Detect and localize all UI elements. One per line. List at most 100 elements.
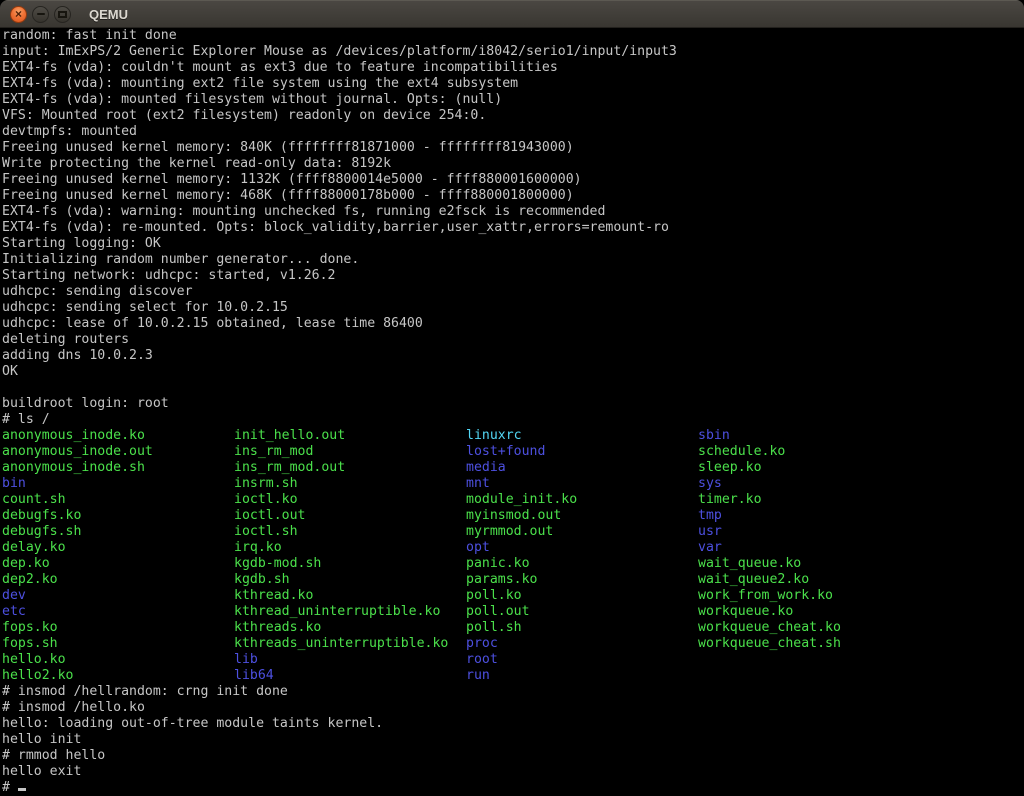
ls-entry: count.sh — [2, 492, 234, 508]
console-line: random: fast init done — [2, 28, 1024, 44]
ls-entry: tmp — [698, 508, 930, 524]
console-line: Starting network: udhcpc: started, v1.26… — [2, 268, 1024, 284]
ls-entry: poll.ko — [466, 588, 698, 604]
ls-entry: irq.ko — [234, 540, 466, 556]
ls-entry: poll.sh — [466, 620, 698, 636]
ls-entry: poll.out — [466, 604, 698, 620]
ls-entry: wait_queue2.ko — [698, 572, 930, 588]
cursor — [18, 788, 26, 791]
console-line — [2, 380, 1024, 396]
ls-entry: lib64 — [234, 668, 466, 684]
ls-entry: usr — [698, 524, 930, 540]
ls-entry: debugfs.ko — [2, 508, 234, 524]
ls-entry: dep.ko — [2, 556, 234, 572]
ls-entry: anonymous_inode.sh — [2, 460, 234, 476]
ls-entry: timer.ko — [698, 492, 930, 508]
console-line: devtmpfs: mounted — [2, 124, 1024, 140]
ls-entry: insrm.sh — [234, 476, 466, 492]
close-button[interactable]: × — [10, 6, 27, 23]
console-line: udhcpc: sending discover — [2, 284, 1024, 300]
ls-entry: workqueue_cheat.sh — [698, 636, 930, 652]
console-line: udhcpc: sending select for 10.0.2.15 — [2, 300, 1024, 316]
maximize-icon — [58, 11, 67, 18]
console-line: # rmmod hello — [2, 748, 1024, 764]
console-line: buildroot login: root — [2, 396, 1024, 412]
ls-entry: dep2.ko — [2, 572, 234, 588]
titlebar[interactable]: × QEMU — [0, 0, 1024, 28]
ls-entry: media — [466, 460, 698, 476]
ls-entry: mnt — [466, 476, 698, 492]
console-line: Write protecting the kernel read-only da… — [2, 156, 1024, 172]
console-line: EXT4-fs (vda): couldn't mount as ext3 du… — [2, 60, 1024, 76]
ls-entry: kgdb-mod.sh — [234, 556, 466, 572]
terminal-screen[interactable]: random: fast init doneinput: ImExPS/2 Ge… — [0, 28, 1024, 796]
ls-entry: ins_rm_mod — [234, 444, 466, 460]
console-line: hello exit — [2, 764, 1024, 780]
ls-entry: root — [466, 652, 698, 668]
ls-entry: schedule.ko — [698, 444, 930, 460]
ls-output: anonymous_inode.koanonymous_inode.outano… — [2, 428, 1024, 684]
console-line: EXT4-fs (vda): mounted filesystem withou… — [2, 92, 1024, 108]
ls-entry: kgdb.sh — [234, 572, 466, 588]
console-line: EXT4-fs (vda): warning: mounting uncheck… — [2, 204, 1024, 220]
ls-entry: proc — [466, 636, 698, 652]
ls-entry: anonymous_inode.ko — [2, 428, 234, 444]
ls-entry: ioctl.out — [234, 508, 466, 524]
console-line: Freeing unused kernel memory: 468K (ffff… — [2, 188, 1024, 204]
console-line: Initializing random number generator... … — [2, 252, 1024, 268]
console-line: Starting logging: OK — [2, 236, 1024, 252]
post-log: # insmod /hellrandom: crng init done# in… — [2, 684, 1024, 780]
ls-entry: hello2.ko — [2, 668, 234, 684]
shell-prompt: # — [2, 780, 18, 795]
ls-entry: debugfs.sh — [2, 524, 234, 540]
ls-entry: bin — [2, 476, 234, 492]
console-line: Freeing unused kernel memory: 840K (ffff… — [2, 140, 1024, 156]
ls-entry: work_from_work.ko — [698, 588, 930, 604]
ls-entry: ins_rm_mod.out — [234, 460, 466, 476]
ls-entry: sleep.ko — [698, 460, 930, 476]
minimize-button[interactable] — [32, 6, 49, 23]
close-icon: × — [15, 8, 22, 20]
console-line: adding dns 10.0.2.3 — [2, 348, 1024, 364]
ls-entry: ioctl.sh — [234, 524, 466, 540]
prompt-line: # — [2, 780, 1024, 796]
ls-entry: anonymous_inode.out — [2, 444, 234, 460]
console-line: # ls / — [2, 412, 1024, 428]
console-line: # insmod /hello.ko — [2, 700, 1024, 716]
console-line: EXT4-fs (vda): mounting ext2 file system… — [2, 76, 1024, 92]
ls-entry: kthreads_uninterruptible.ko — [234, 636, 466, 652]
console-line: EXT4-fs (vda): re-mounted. Opts: block_v… — [2, 220, 1024, 236]
ls-entry: linuxrc — [466, 428, 698, 444]
ls-entry: workqueue_cheat.ko — [698, 620, 930, 636]
console-line: input: ImExPS/2 Generic Explorer Mouse a… — [2, 44, 1024, 60]
ls-entry: sbin — [698, 428, 930, 444]
ls-entry: ioctl.ko — [234, 492, 466, 508]
ls-entry: fops.ko — [2, 620, 234, 636]
boot-log: random: fast init doneinput: ImExPS/2 Ge… — [2, 28, 1024, 428]
ls-entry: myinsmod.out — [466, 508, 698, 524]
console-line: VFS: Mounted root (ext2 filesystem) read… — [2, 108, 1024, 124]
console-line: deleting routers — [2, 332, 1024, 348]
qemu-window: × QEMU random: fast init doneinput: ImEx… — [0, 0, 1024, 796]
ls-entry: module_init.ko — [466, 492, 698, 508]
console-line: # insmod /hellrandom: crng init done — [2, 684, 1024, 700]
ls-entry: lost+found — [466, 444, 698, 460]
ls-entry: workqueue.ko — [698, 604, 930, 620]
ls-entry: var — [698, 540, 930, 556]
ls-entry: wait_queue.ko — [698, 556, 930, 572]
console-line: hello: loading out-of-tree module taints… — [2, 716, 1024, 732]
ls-entry: myrmmod.out — [466, 524, 698, 540]
ls-entry: kthread_uninterruptible.ko — [234, 604, 466, 620]
ls-entry: run — [466, 668, 698, 684]
ls-entry: params.ko — [466, 572, 698, 588]
console-line: hello init — [2, 732, 1024, 748]
minimize-icon — [37, 13, 45, 15]
console-line: Freeing unused kernel memory: 1132K (fff… — [2, 172, 1024, 188]
console-line: OK — [2, 364, 1024, 380]
ls-entry: panic.ko — [466, 556, 698, 572]
ls-entry: delay.ko — [2, 540, 234, 556]
ls-entry: lib — [234, 652, 466, 668]
maximize-button[interactable] — [54, 6, 71, 23]
ls-entry: hello.ko — [2, 652, 234, 668]
ls-entry: kthreads.ko — [234, 620, 466, 636]
